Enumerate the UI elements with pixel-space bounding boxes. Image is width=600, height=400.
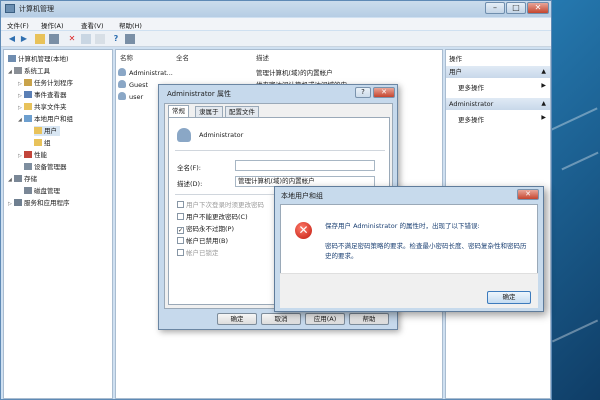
- ok-button[interactable]: 确定: [487, 291, 531, 304]
- actions-header: 操作: [449, 55, 462, 63]
- divider: [175, 150, 385, 151]
- help-button[interactable]: 帮助: [349, 313, 389, 325]
- task-scheduler-icon: [24, 79, 32, 86]
- delete-icon[interactable]: ✕: [67, 34, 77, 44]
- more-actions-users[interactable]: 更多操作: [458, 82, 484, 92]
- checkmark-icon: ✓: [177, 227, 184, 234]
- tab-general[interactable]: 常规: [168, 105, 189, 117]
- tree-item-users[interactable]: 用户: [34, 126, 60, 136]
- actions-section-administrator[interactable]: Administrator ▲: [446, 98, 550, 110]
- menu-action[interactable]: 操作(A): [41, 20, 64, 30]
- collapse-icon: ▲: [541, 100, 546, 107]
- user-icon: [118, 68, 126, 76]
- tree-item-device-manager[interactable]: 设备管理器: [24, 162, 67, 172]
- ok-button[interactable]: 确定: [217, 313, 257, 325]
- tree-item-storage[interactable]: ◢ 存储: [8, 174, 37, 184]
- show-hide-tree-icon[interactable]: [49, 34, 59, 44]
- checkbox-must-change-password[interactable]: 用户下次登录时须更改密码: [177, 200, 264, 210]
- folder-icon: [34, 139, 42, 146]
- event-viewer-icon: [24, 91, 32, 98]
- tree-item-performance[interactable]: ▷ 性能: [18, 150, 47, 160]
- device-manager-icon: [24, 163, 32, 170]
- user-icon: [118, 80, 126, 88]
- error-dialog: 本地用户和组 ✕ ✕ 保存用户 Administrator 的属性时，出现了以下…: [274, 186, 544, 312]
- window-title: 计算机管理: [19, 5, 54, 13]
- toolbar: ◀ ▶ ✕ ?: [1, 31, 551, 47]
- tab-member-of[interactable]: 隶属于: [195, 106, 223, 117]
- menu-help[interactable]: 帮助(H): [119, 20, 142, 30]
- error-icon: ✕: [295, 222, 312, 239]
- error-detail-line1: 密码不满足密码策略的要求。检查最小密码长度、密码复杂性和密码历: [325, 242, 527, 250]
- cancel-button[interactable]: 取消: [261, 313, 301, 325]
- close-button[interactable]: ✕: [373, 87, 395, 98]
- tab-profile[interactable]: 配置文件: [225, 106, 259, 117]
- shared-folder-icon: [24, 103, 32, 110]
- menu-file[interactable]: 文件(F): [7, 20, 29, 30]
- column-header-name[interactable]: 名称: [120, 52, 133, 62]
- tree-item-task-scheduler[interactable]: ▷ 任务计划程序: [18, 78, 73, 88]
- show-hide-action-icon[interactable]: [125, 34, 135, 44]
- user-icon: [177, 128, 191, 142]
- collapse-icon: ▲: [541, 68, 546, 75]
- storage-icon: [14, 175, 22, 182]
- apply-button[interactable]: 应用(A): [305, 313, 345, 325]
- fullname-label: 全名(F):: [177, 164, 202, 172]
- tree-item-system-tools[interactable]: ◢ 系统工具: [8, 66, 50, 76]
- menu-view[interactable]: 查看(V): [81, 20, 104, 30]
- services-icon: [14, 199, 22, 206]
- tree-item-event-viewer[interactable]: ▷ 事件查看器: [18, 90, 67, 100]
- checkbox-account-locked[interactable]: 帐户已锁定: [177, 248, 219, 258]
- refresh-icon[interactable]: [95, 34, 105, 44]
- tools-icon: [14, 67, 22, 74]
- column-header-description[interactable]: 描述: [256, 52, 269, 62]
- minimize-button[interactable]: –: [485, 2, 505, 14]
- checkbox-account-disabled[interactable]: 帐户已禁用(B): [177, 236, 228, 246]
- dialog-title: Administrator 属性: [167, 90, 231, 98]
- fullname-field[interactable]: [235, 160, 375, 171]
- tree-item-services-apps[interactable]: ▷ 服务和应用程序: [8, 198, 70, 208]
- column-header-fullname[interactable]: 全名: [176, 52, 189, 62]
- maximize-button[interactable]: □: [506, 2, 526, 14]
- folder-icon: [34, 127, 42, 134]
- console-tree: 计算机管理(本地) ◢ 系统工具 ▷ 任务计划程序 ▷ 事件查看器 ▷ 共享文件夹 ◢ 本…: [3, 49, 113, 399]
- help-icon[interactable]: ?: [355, 87, 371, 98]
- tree-item-groups[interactable]: 组: [34, 138, 51, 148]
- computer-icon: [8, 55, 16, 62]
- submenu-arrow-icon: ▶: [541, 82, 546, 89]
- close-button[interactable]: ✕: [527, 2, 549, 14]
- error-message: 保存用户 Administrator 的属性时，出现了以下错误:: [325, 222, 480, 230]
- checkbox-password-never-expires[interactable]: ✓ 密码永不过期(P): [177, 224, 234, 234]
- table-row[interactable]: Administrat... 管理计算机(域)的内置帐户: [118, 68, 438, 78]
- tree-item-computer-management[interactable]: 计算机管理(本地): [8, 54, 69, 64]
- user-icon: [118, 92, 126, 100]
- up-folder-icon[interactable]: [35, 34, 45, 44]
- help-icon[interactable]: ?: [111, 34, 121, 44]
- disk-icon: [24, 187, 32, 194]
- username-label: Administrator: [199, 131, 244, 139]
- properties-icon[interactable]: [81, 34, 91, 44]
- forward-icon[interactable]: ▶: [19, 34, 29, 44]
- error-detail-line2: 史的要求。: [325, 252, 358, 260]
- tree-item-disk-management[interactable]: 磁盘管理: [24, 186, 60, 196]
- tree-item-shared-folders[interactable]: ▷ 共享文件夹: [18, 102, 67, 112]
- close-button[interactable]: ✕: [517, 189, 539, 200]
- desktop-streak: [551, 319, 599, 343]
- desktop-streak: [561, 151, 599, 171]
- description-label: 描述(D):: [177, 180, 203, 188]
- title-bar[interactable]: 计算机管理 – □ ✕: [1, 1, 551, 17]
- more-actions-administrator[interactable]: 更多操作: [458, 114, 484, 124]
- back-icon[interactable]: ◀: [7, 34, 17, 44]
- dialog-title: 本地用户和组: [281, 192, 323, 200]
- actions-section-users[interactable]: 用户 ▲: [446, 66, 550, 78]
- computer-management-icon: [5, 4, 15, 13]
- performance-icon: [24, 151, 32, 158]
- menu-bar: 文件(F) 操作(A) 查看(V) 帮助(H): [1, 18, 551, 30]
- tree-item-local-users-groups[interactable]: ◢ 本地用户和组: [18, 114, 73, 124]
- local-users-icon: [24, 115, 32, 122]
- checkbox-cannot-change-password[interactable]: 用户不能更改密码(C): [177, 212, 248, 222]
- submenu-arrow-icon: ▶: [541, 114, 546, 121]
